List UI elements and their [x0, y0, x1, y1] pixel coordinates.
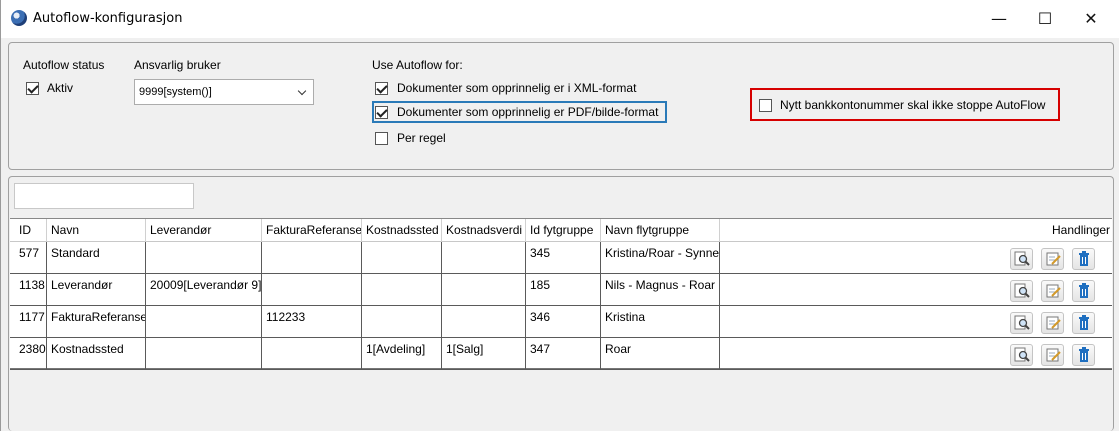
cell-kostnadssted	[362, 306, 442, 337]
col-kostnadssted[interactable]: Kostnadssted	[362, 219, 442, 242]
table-header: ID Navn Leverandør FakturaReferanse Kost…	[10, 219, 1112, 242]
edit-button[interactable]	[1041, 280, 1064, 302]
cell-fakturareferanse	[262, 274, 362, 305]
cell-navn-flytgruppe: Roar	[601, 338, 720, 369]
status-label: Autoflow status	[23, 58, 105, 72]
cell-leverandor	[146, 242, 262, 273]
xml-format-checkbox[interactable]	[375, 82, 388, 95]
use-for-label: Use Autoflow for:	[372, 58, 463, 72]
edit-button[interactable]	[1041, 312, 1064, 334]
per-rule-checkbox[interactable]	[375, 132, 388, 145]
col-kostnadsverdi[interactable]: Kostnadsverdi	[442, 219, 526, 242]
autoflow-window: Autoflow-konfigurasjon — ☐ ✕ Autoflow st…	[0, 0, 1119, 431]
col-leverandor[interactable]: Leverandør	[146, 219, 262, 242]
cell-kostnadsverdi	[442, 306, 526, 337]
cell-leverandor	[146, 338, 262, 369]
edit-icon	[1046, 316, 1061, 330]
cell-navn: Standard	[47, 242, 146, 273]
view-icon	[1014, 315, 1030, 330]
col-handlinger: Handlinger	[1052, 223, 1111, 237]
cell-id-flytgruppe: 345	[526, 242, 601, 273]
edit-button[interactable]	[1041, 248, 1064, 270]
delete-icon	[1079, 315, 1089, 330]
cell-navn-flytgruppe: Kristina	[601, 306, 720, 337]
table-row[interactable]: 2380 Kostnadssted 1[Avdeling] 1[Salg] 34…	[10, 338, 1112, 370]
cell-leverandor	[146, 306, 262, 337]
view-button[interactable]	[1010, 344, 1033, 366]
delete-icon	[1079, 283, 1089, 298]
bank-account-label: Nytt bankkontonummer skal ikke stoppe Au…	[780, 98, 1046, 112]
cell-id-flytgruppe: 346	[526, 306, 601, 337]
chevron-down-icon	[297, 86, 307, 96]
cell-id: 1177	[15, 306, 47, 337]
cell-id: 577	[15, 242, 47, 273]
view-icon	[1014, 283, 1030, 298]
cell-navn: Kostnadssted	[47, 338, 146, 369]
cell-fakturareferanse: 112233	[262, 306, 362, 337]
active-label: Aktiv	[47, 81, 74, 95]
close-button[interactable]: ✕	[1068, 0, 1114, 38]
col-navn[interactable]: Navn	[47, 219, 146, 242]
cell-navn: FakturaReferanse	[47, 306, 146, 337]
cell-fakturareferanse	[262, 242, 362, 273]
delete-button[interactable]	[1072, 312, 1095, 334]
responsible-label: Ansvarlig bruker	[134, 58, 221, 72]
delete-button[interactable]	[1072, 344, 1095, 366]
minimize-button[interactable]: —	[976, 0, 1022, 38]
cell-kostnadssted	[362, 242, 442, 273]
edit-icon	[1046, 348, 1061, 362]
edit-button[interactable]	[1041, 344, 1064, 366]
delete-icon	[1079, 251, 1089, 266]
view-button[interactable]	[1010, 248, 1033, 270]
cell-id-flytgruppe: 185	[526, 274, 601, 305]
col-id-flytgruppe[interactable]: Id fytgruppe	[526, 219, 601, 242]
cell-kostnadsverdi	[442, 274, 526, 305]
app-globe-icon	[11, 10, 27, 26]
xml-format-label: Dokumenter som opprinnelig er i XML-form…	[397, 81, 637, 95]
cell-kostnadssted	[362, 274, 442, 305]
responsible-user-value: 9999[system()]	[139, 86, 212, 98]
cell-leverandor: 20009[Leverandør 9]	[146, 274, 262, 305]
title-bar: Autoflow-konfigurasjon — ☐ ✕	[1, 0, 1119, 38]
window-title: Autoflow-konfigurasjon	[33, 11, 183, 26]
cell-kostnadssted: 1[Avdeling]	[362, 338, 442, 369]
table-row[interactable]: 1138 Leverandør 20009[Leverandør 9] 185 …	[10, 274, 1112, 306]
cell-id: 1138	[15, 274, 47, 305]
cell-kostnadsverdi: 1[Salg]	[442, 338, 526, 369]
delete-button[interactable]	[1072, 248, 1095, 270]
cell-kostnadsverdi	[442, 242, 526, 273]
table-row[interactable]: 1177 FakturaReferanse 112233 346 Kristin…	[10, 306, 1112, 338]
cell-id: 2380	[15, 338, 47, 369]
per-rule-label: Per regel	[397, 131, 446, 145]
table-row[interactable]: 577 Standard 345 Kristina/Roar - Synne	[10, 242, 1112, 274]
bank-account-checkbox[interactable]	[759, 99, 772, 112]
view-button[interactable]	[1010, 312, 1033, 334]
cell-navn-flytgruppe: Nils - Magnus - Roar	[601, 274, 720, 305]
edit-icon	[1046, 284, 1061, 298]
filter-input[interactable]	[14, 183, 194, 209]
responsible-user-select[interactable]: 9999[system()]	[134, 79, 314, 105]
delete-icon	[1079, 347, 1089, 362]
view-button[interactable]	[1010, 280, 1033, 302]
maximize-button[interactable]: ☐	[1022, 0, 1068, 38]
cell-navn-flytgruppe: Kristina/Roar - Synne	[601, 242, 720, 273]
cell-id-flytgruppe: 347	[526, 338, 601, 369]
active-checkbox[interactable]	[26, 82, 39, 95]
col-navn-flytgruppe[interactable]: Navn flytgruppe	[601, 219, 720, 242]
col-fakturareferanse[interactable]: FakturaReferanse	[262, 219, 362, 242]
view-icon	[1014, 347, 1030, 362]
pdf-format-label: Dokumenter som opprinnelig er PDF/bilde-…	[397, 105, 659, 119]
edit-icon	[1046, 252, 1061, 266]
delete-button[interactable]	[1072, 280, 1095, 302]
pdf-format-checkbox[interactable]	[375, 106, 388, 119]
cell-navn: Leverandør	[47, 274, 146, 305]
cell-fakturareferanse	[262, 338, 362, 369]
col-id[interactable]: ID	[15, 219, 47, 242]
settings-panel: Autoflow status Aktiv Ansvarlig bruker 9…	[8, 42, 1114, 170]
view-icon	[1014, 251, 1030, 266]
rules-table: ID Navn Leverandør FakturaReferanse Kost…	[10, 218, 1112, 370]
